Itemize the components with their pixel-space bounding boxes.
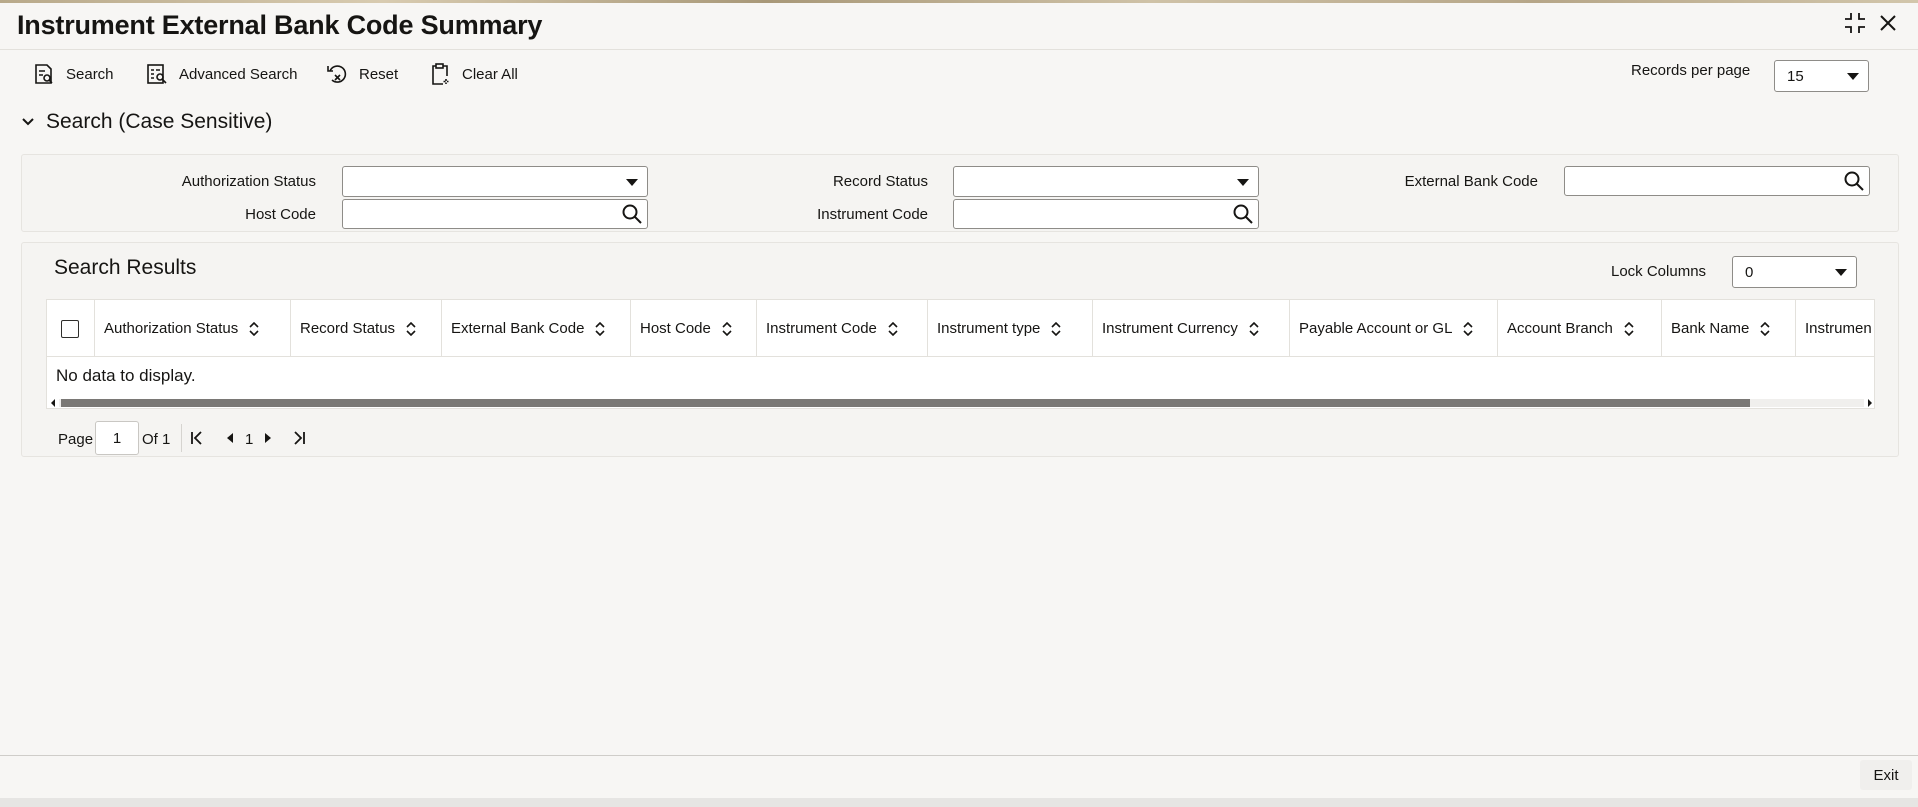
advanced-search-button[interactable]: Advanced Search <box>145 60 297 88</box>
column-header[interactable]: Payable Account or GL <box>1290 300 1498 357</box>
record-status-select[interactable] <box>953 166 1259 197</box>
title-divider <box>0 49 1918 50</box>
records-per-page-value: 15 <box>1787 67 1804 85</box>
column-header-label: Instrumen <box>1805 320 1872 337</box>
sort-icon[interactable] <box>405 321 417 336</box>
host-code-label: Host Code <box>245 206 316 223</box>
select-all-cell <box>47 300 95 357</box>
column-header-label: Host Code <box>640 320 711 337</box>
search-icon[interactable] <box>1232 203 1254 225</box>
chevron-down-icon <box>1237 178 1249 186</box>
current-page-value: 1 <box>112 429 122 447</box>
column-header[interactable]: Instrumen <box>1796 300 1874 357</box>
chevron-down-icon <box>1847 73 1859 80</box>
sort-icon[interactable] <box>1623 321 1635 336</box>
last-page-icon[interactable] <box>289 428 309 448</box>
column-header-label: Account Branch <box>1507 320 1613 337</box>
column-header[interactable]: Instrument Code <box>757 300 928 357</box>
column-header[interactable]: Instrument type <box>928 300 1093 357</box>
empty-state-message: No data to display. <box>56 366 196 385</box>
column-header[interactable]: Bank Name <box>1662 300 1796 357</box>
column-header[interactable]: Host Code <box>631 300 757 357</box>
results-table: Authorization Status Record Status Exter… <box>46 299 1875 409</box>
pager-divider <box>181 424 182 452</box>
advanced-search-icon <box>145 62 169 86</box>
chevron-down-icon <box>22 118 34 126</box>
search-icon[interactable] <box>621 203 643 225</box>
first-page-icon[interactable] <box>187 428 207 448</box>
column-header-label: External Bank Code <box>451 320 585 337</box>
exit-button[interactable]: Exit <box>1860 760 1912 790</box>
column-header[interactable]: External Bank Code <box>442 300 631 357</box>
sort-icon[interactable] <box>1759 321 1771 336</box>
column-header[interactable]: Authorization Status <box>95 300 291 357</box>
column-header[interactable]: Record Status <box>291 300 442 357</box>
advanced-search-button-label: Advanced Search <box>179 65 298 83</box>
search-section-toggle[interactable]: Search (Case Sensitive) <box>20 110 272 134</box>
search-icon[interactable] <box>1843 170 1865 192</box>
sort-icon[interactable] <box>1462 321 1474 336</box>
external-bank-code-input[interactable] <box>1564 166 1870 196</box>
scrollbar-thumb[interactable] <box>61 399 1750 407</box>
record-status-label: Record Status <box>832 173 928 190</box>
reset-button-label: Reset <box>359 65 399 83</box>
search-button-label: Search <box>66 65 114 83</box>
next-page-icon[interactable] <box>258 428 278 448</box>
search-section-heading: Search (Case Sensitive) <box>46 110 273 133</box>
clipboard-icon <box>428 62 452 86</box>
reset-button[interactable]: Reset <box>325 60 398 88</box>
external-bank-code-label: External Bank Code <box>1404 173 1538 190</box>
column-header-label: Instrument type <box>937 320 1041 337</box>
close-icon[interactable] <box>1875 10 1901 36</box>
authorization-status-label: Authorization Status <box>181 173 316 190</box>
clear-all-button[interactable]: Clear All <box>428 60 518 88</box>
current-page-input[interactable]: 1 <box>95 421 139 455</box>
column-header[interactable]: Account Branch <box>1498 300 1662 357</box>
host-code-input[interactable] <box>342 199 648 229</box>
column-header-label: Authorization Status <box>104 320 239 337</box>
search-button[interactable]: Search <box>32 60 114 88</box>
sort-icon[interactable] <box>594 321 606 336</box>
lock-columns-value: 0 <box>1745 263 1754 281</box>
sort-icon[interactable] <box>1050 321 1062 336</box>
column-header-label: Instrument Currency <box>1102 320 1238 337</box>
page-title: Instrument External Bank Code Summary <box>17 10 543 40</box>
previous-page-icon[interactable] <box>220 428 240 448</box>
table-header-row: Authorization Status Record Status Exter… <box>47 300 1874 357</box>
column-header-label: Bank Name <box>1671 320 1750 337</box>
authorization-status-select[interactable] <box>342 166 648 197</box>
sort-icon[interactable] <box>887 321 899 336</box>
column-header-label: Record Status <box>300 320 396 337</box>
collapse-arrows-icon[interactable] <box>1842 10 1868 36</box>
clear-all-button-label: Clear All <box>462 65 518 83</box>
lock-columns-label: Lock Columns <box>1611 263 1707 280</box>
column-header[interactable]: Instrument Currency <box>1093 300 1290 357</box>
horizontal-scrollbar[interactable] <box>47 396 1874 408</box>
chevron-down-icon <box>1835 269 1847 276</box>
search-results-heading: Search Results <box>54 256 197 279</box>
lock-columns-select[interactable]: 0 <box>1732 256 1857 288</box>
instrument-code-label: Instrument Code <box>817 206 928 223</box>
reset-icon <box>325 62 349 86</box>
page-label: Page <box>58 430 94 448</box>
sort-icon[interactable] <box>248 321 260 336</box>
page-total-label: Of 1 <box>142 430 171 448</box>
select-all-checkbox[interactable] <box>61 319 79 338</box>
records-per-page-label: Records per page <box>1631 62 1751 79</box>
column-header-label: Payable Account or GL <box>1299 320 1453 337</box>
chevron-down-icon <box>626 178 638 186</box>
top-decorative-strip <box>0 0 1918 3</box>
exit-button-label: Exit <box>1873 766 1899 784</box>
scroll-left-icon[interactable] <box>49 398 57 408</box>
search-form-icon <box>32 62 56 86</box>
sort-icon[interactable] <box>721 321 733 336</box>
column-header-label: Instrument Code <box>766 320 877 337</box>
sort-icon[interactable] <box>1248 321 1260 336</box>
records-per-page-select[interactable]: 15 <box>1774 60 1869 92</box>
bottom-status-strip <box>0 798 1918 807</box>
instrument-code-input[interactable] <box>953 199 1259 229</box>
scroll-right-icon[interactable] <box>1866 398 1874 408</box>
page-link[interactable]: 1 <box>245 423 253 455</box>
footer-divider <box>0 755 1918 756</box>
